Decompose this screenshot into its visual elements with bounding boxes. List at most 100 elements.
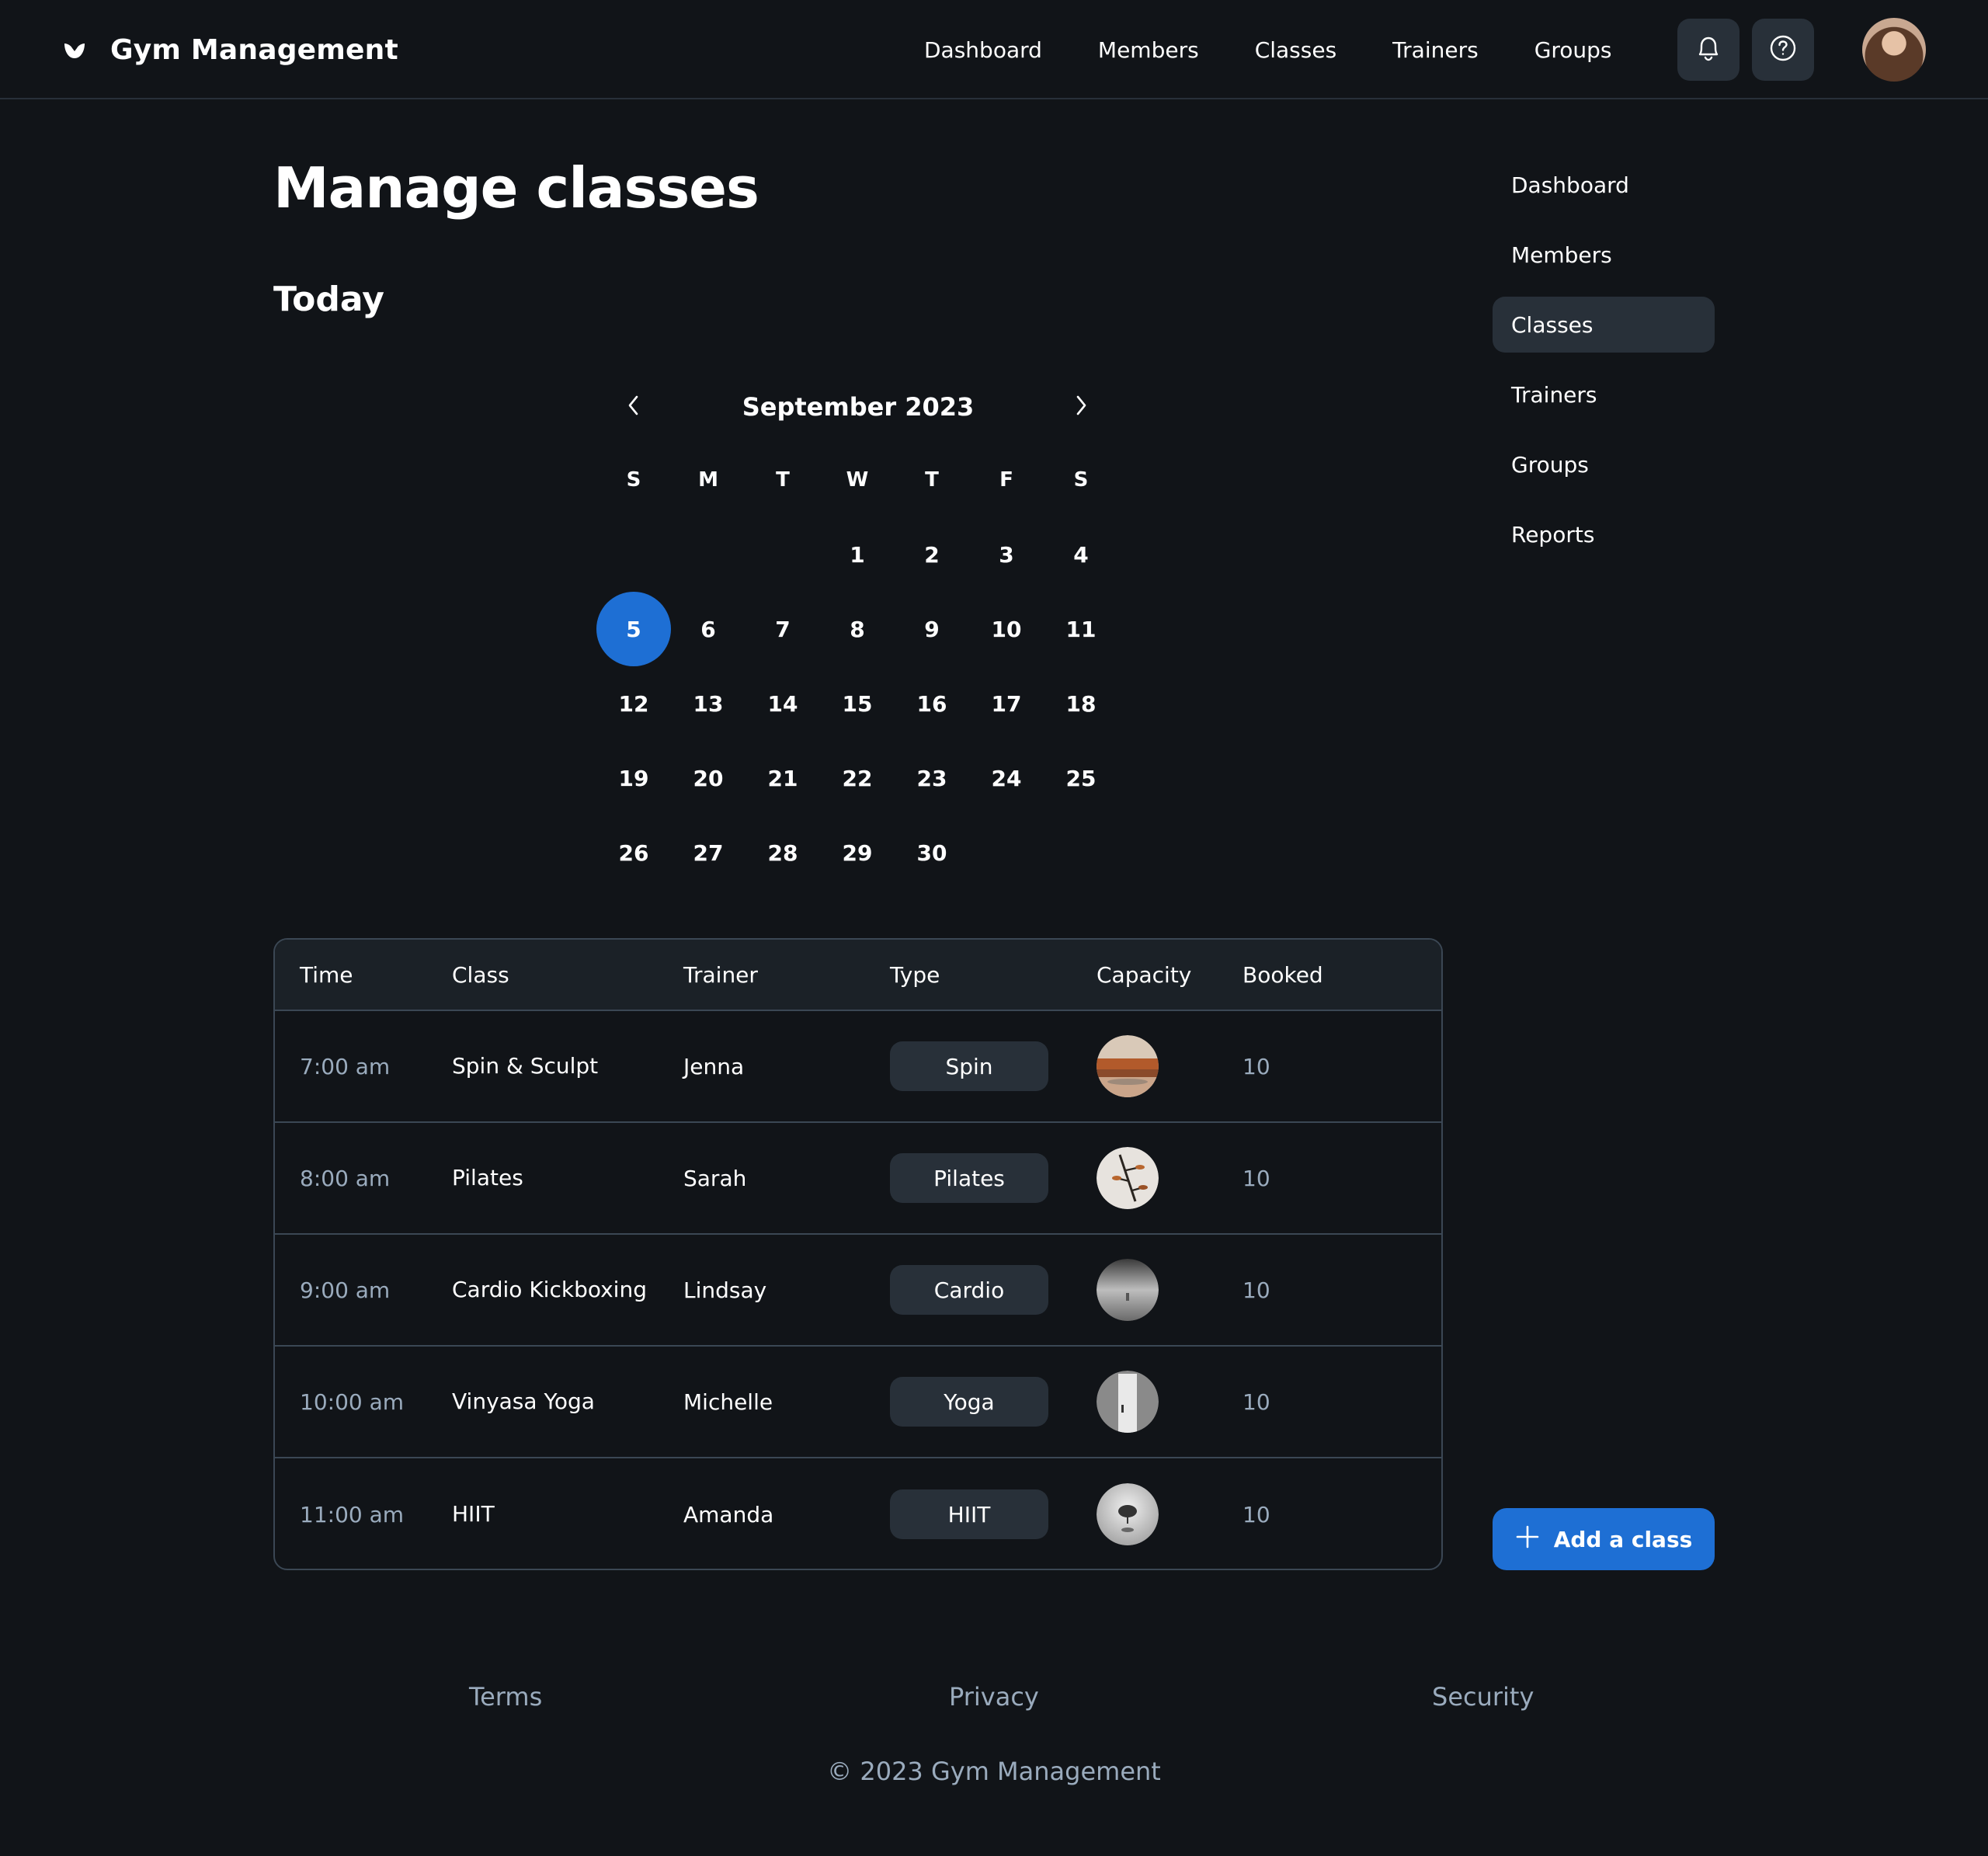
cell-type: Pilates	[890, 1153, 1097, 1203]
brand[interactable]: Gym Management	[62, 30, 398, 70]
calendar-day[interactable]: 27	[671, 815, 746, 890]
type-badge[interactable]: Yoga	[890, 1377, 1048, 1427]
calendar-day[interactable]: 21	[746, 741, 820, 815]
calendar-day[interactable]: 18	[1044, 666, 1118, 741]
cell-booked: 10	[1242, 1165, 1270, 1191]
calendar-day[interactable]: 15	[820, 666, 895, 741]
calendar-day[interactable]: 23	[895, 741, 969, 815]
add-class-button[interactable]: Add a class	[1493, 1508, 1715, 1570]
calendar-day[interactable]: 4	[1044, 517, 1118, 592]
calendar-day[interactable]: 6	[671, 592, 746, 666]
calendar-day[interactable]: 28	[746, 815, 820, 890]
calendar-day[interactable]: 30	[895, 815, 969, 890]
header-time[interactable]: Time	[275, 962, 452, 988]
footer-link-privacy[interactable]: Privacy	[949, 1682, 1039, 1712]
header-type[interactable]: Type	[890, 962, 1097, 988]
topnav-item-classes[interactable]: Classes	[1255, 37, 1336, 63]
calendar-day[interactable]: 29	[820, 815, 895, 890]
cell-time: 8:00 am	[300, 1165, 391, 1191]
calendar-day[interactable]: 11	[1044, 592, 1118, 666]
sidebar-item-reports[interactable]: Reports	[1493, 506, 1715, 562]
cell-type: Cardio	[890, 1265, 1097, 1315]
user-avatar[interactable]	[1862, 18, 1926, 82]
calendar-day[interactable]: 12	[596, 666, 671, 741]
cell-booked: 10	[1242, 1389, 1270, 1415]
help-button[interactable]	[1752, 19, 1814, 81]
calendar-day[interactable]: 22	[820, 741, 895, 815]
calendar-day[interactable]: 2	[895, 517, 969, 592]
topnav-item-members[interactable]: Members	[1098, 37, 1199, 63]
type-badge[interactable]: Pilates	[890, 1153, 1048, 1203]
footer-links: Terms Privacy Security	[0, 1682, 1988, 1721]
calendar-day[interactable]: 16	[895, 666, 969, 741]
topnav-item-trainers[interactable]: Trainers	[1392, 37, 1479, 63]
header-trainer[interactable]: Trainer	[683, 962, 890, 988]
gym-logo-icon	[62, 37, 87, 62]
calendar-day[interactable]: 8	[820, 592, 895, 666]
header-class[interactable]: Class	[452, 962, 683, 988]
calendar-day[interactable]: 3	[969, 517, 1044, 592]
calendar-day[interactable]: 26	[596, 815, 671, 890]
cell-booked: 10	[1242, 1501, 1270, 1528]
weekday-label: S	[626, 468, 641, 492]
table-row[interactable]: 8:00 am Pilates Sarah Pilates 10	[275, 1123, 1441, 1235]
table-row[interactable]: 11:00 am HIIT Amanda HIIT 10	[275, 1458, 1441, 1569]
type-badge[interactable]: Cardio	[890, 1265, 1048, 1315]
sidebar-item-classes[interactable]: Classes	[1493, 297, 1715, 353]
table-row[interactable]: 10:00 am Vinyasa Yoga Michelle Yoga 10	[275, 1347, 1441, 1458]
calendar-day[interactable]: 10	[969, 592, 1044, 666]
weekday-label: S	[1073, 468, 1089, 492]
topnav-item-groups[interactable]: Groups	[1534, 37, 1612, 63]
calendar-day[interactable]: 7	[746, 592, 820, 666]
calendar-week-row: 5 6 7 8 9 10 11	[596, 592, 1118, 666]
calendar-day[interactable]: 14	[746, 666, 820, 741]
chevron-left-icon	[624, 394, 643, 420]
header-capacity[interactable]: Capacity	[1097, 962, 1242, 988]
calendar-day[interactable]: 5	[596, 592, 671, 666]
calendar-day[interactable]: 25	[1044, 741, 1118, 815]
calendar-week-row: 26 27 28 29 30	[596, 815, 1118, 890]
footer-link-terms[interactable]: Terms	[469, 1682, 542, 1712]
header-booked[interactable]: Booked	[1242, 962, 1398, 988]
page-title: Manage classes	[273, 155, 759, 221]
calendar-prev-button[interactable]	[615, 388, 652, 426]
type-badge[interactable]: Spin	[890, 1041, 1048, 1091]
sidebar-item-dashboard[interactable]: Dashboard	[1493, 157, 1715, 213]
cell-time: 10:00 am	[300, 1389, 405, 1415]
calendar-day[interactable]: 20	[671, 741, 746, 815]
cell-booked: 10	[1242, 1277, 1270, 1303]
cell-trainer: Lindsay	[683, 1277, 767, 1303]
top-navigation-bar: Gym Management Dashboard Members Classes…	[0, 0, 1988, 99]
footer-link-security[interactable]: Security	[1432, 1682, 1534, 1712]
calendar-week-row: 19 20 21 22 23 24 25	[596, 741, 1118, 815]
cell-type: HIIT	[890, 1489, 1097, 1539]
class-thumbnail	[1097, 1259, 1159, 1321]
cell-capacity	[1097, 1147, 1242, 1209]
sidebar-item-trainers[interactable]: Trainers	[1493, 367, 1715, 422]
calendar-day[interactable]: 1	[820, 517, 895, 592]
calendar-empty-cell	[969, 815, 1044, 890]
calendar-day[interactable]: 9	[895, 592, 969, 666]
sidebar-item-members[interactable]: Members	[1493, 227, 1715, 283]
calendar-day[interactable]: 19	[596, 741, 671, 815]
calendar-week-row: 12 13 14 15 16 17 18	[596, 666, 1118, 741]
table-row[interactable]: 7:00 am Spin & Sculpt Jenna Spin 10	[275, 1011, 1441, 1123]
calendar-day[interactable]: 24	[969, 741, 1044, 815]
app-name: Gym Management	[110, 33, 398, 66]
cell-class: Cardio Kickboxing	[452, 1277, 647, 1302]
cell-capacity	[1097, 1371, 1242, 1433]
calendar-day[interactable]: 13	[671, 666, 746, 741]
add-class-label: Add a class	[1553, 1526, 1693, 1552]
type-badge[interactable]: HIIT	[890, 1489, 1048, 1539]
calendar-next-button[interactable]	[1062, 388, 1100, 426]
cell-class: Vinyasa Yoga	[452, 1389, 595, 1414]
calendar-empty-cell	[1044, 815, 1118, 890]
sidebar-item-groups[interactable]: Groups	[1493, 436, 1715, 492]
table-row[interactable]: 9:00 am Cardio Kickboxing Lindsay Cardio…	[275, 1235, 1441, 1347]
calendar-day[interactable]: 17	[969, 666, 1044, 741]
notifications-button[interactable]	[1677, 19, 1740, 81]
calendar-grid: S M T W T F S 1 2 3 4 5 6 7 8 9 10 11 12 13 14 15 16 17 18 19 20 21…	[596, 461, 1118, 890]
cell-booked: 10	[1242, 1053, 1270, 1079]
topnav-item-dashboard[interactable]: Dashboard	[924, 37, 1042, 63]
class-thumbnail	[1097, 1371, 1159, 1433]
